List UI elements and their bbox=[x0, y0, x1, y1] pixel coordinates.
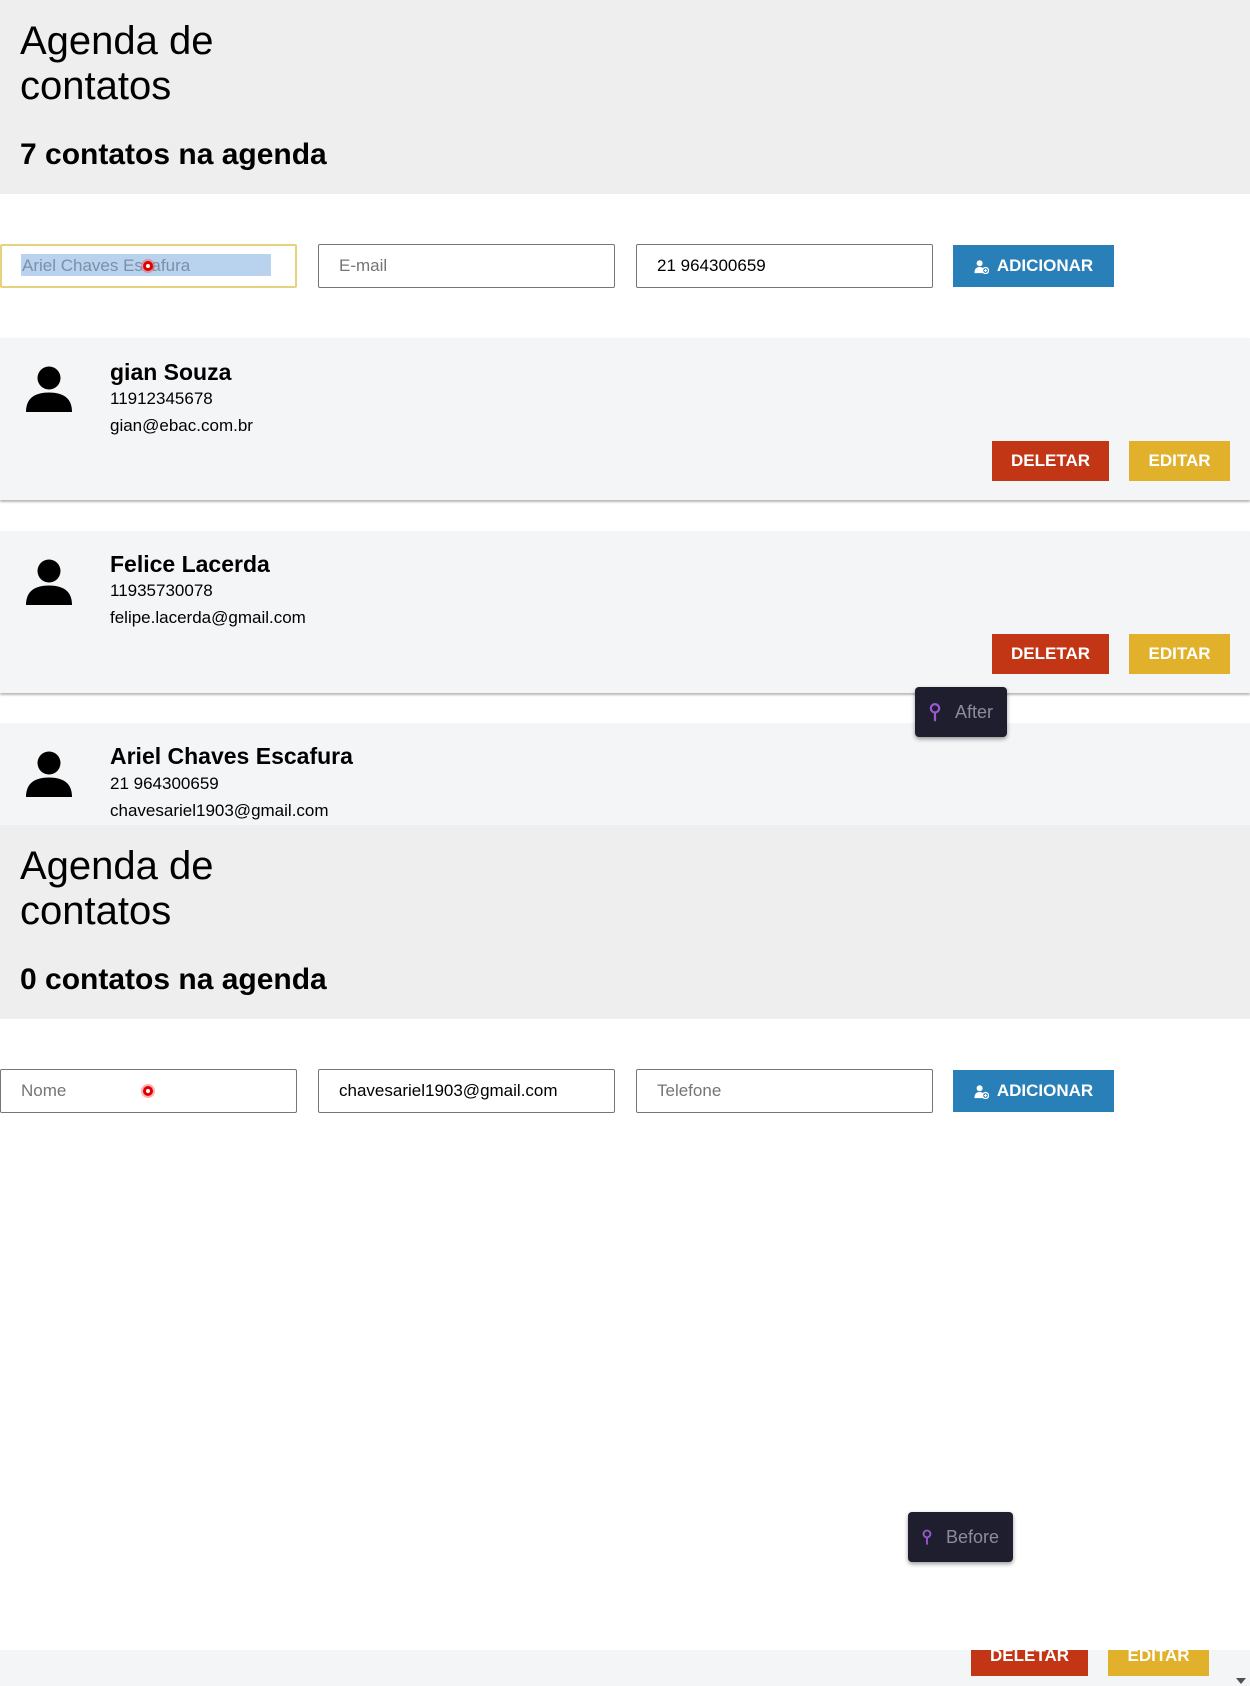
contact-card: Felice Lacerda 11935730078 felipe.lacerd… bbox=[0, 531, 1250, 693]
user-avatar-icon bbox=[26, 751, 72, 797]
edit-button[interactable]: EDITAR bbox=[1129, 634, 1230, 674]
before-add-button[interactable]: ADICIONAR bbox=[953, 1070, 1114, 1112]
before-header: Agenda de contatos 0 contatos na agenda bbox=[0, 825, 1250, 1019]
after-contact-count: 7 contatos na agenda bbox=[20, 138, 327, 171]
before-cursor-marker-icon bbox=[143, 1086, 153, 1096]
user-avatar-icon bbox=[26, 366, 72, 412]
edit-button[interactable]: EDITAR bbox=[1129, 441, 1230, 481]
contact-name: gian Souza bbox=[110, 359, 232, 385]
contact-name: Felice Lacerda bbox=[110, 551, 270, 577]
after-phone-input[interactable] bbox=[636, 244, 933, 288]
pin-icon bbox=[922, 1529, 932, 1545]
before-add-button-label: ADICIONAR bbox=[996, 1081, 1094, 1100]
add-user-icon bbox=[974, 1084, 989, 1099]
before-add-contact-form: ADICIONAR bbox=[0, 1068, 1250, 1114]
after-page-title: Agenda de contatos bbox=[20, 19, 214, 108]
before-email-input[interactable] bbox=[318, 1069, 615, 1113]
contact-name: Ariel Chaves Escafura bbox=[110, 743, 353, 769]
after-state-label: After bbox=[915, 687, 1007, 737]
contact-card: Ariel Chaves Escafura 21 964300659 chave… bbox=[0, 723, 1250, 825]
before-phone-input[interactable] bbox=[636, 1069, 933, 1113]
before-card-strip: DELETAR EDITAR bbox=[0, 1650, 1250, 1686]
delete-button[interactable]: DELETAR bbox=[992, 634, 1109, 674]
pin-icon bbox=[929, 703, 941, 722]
before-state-text: Before bbox=[945, 1526, 999, 1547]
after-state-text: After bbox=[954, 701, 993, 722]
before-state-label: Before bbox=[908, 1512, 1013, 1562]
before-page-title: Agenda de contatos bbox=[20, 844, 214, 933]
add-user-icon bbox=[974, 259, 989, 274]
after-email-input[interactable] bbox=[318, 244, 615, 288]
contact-card: gian Souza 11912345678 gian@ebac.com.br … bbox=[0, 338, 1250, 500]
after-add-button-label: ADICIONAR bbox=[996, 256, 1094, 275]
contact-phone: 11912345678 bbox=[110, 389, 213, 408]
after-header: Agenda de contatos 7 contatos na agenda bbox=[0, 0, 1250, 194]
contact-email: gian@ebac.com.br bbox=[110, 416, 253, 435]
after-add-contact-form: ADICIONAR bbox=[0, 243, 1250, 289]
delete-button[interactable]: DELETAR bbox=[971, 1650, 1088, 1676]
scroll-down-arrow-icon[interactable] bbox=[1236, 1678, 1246, 1684]
after-add-button[interactable]: ADICIONAR bbox=[953, 245, 1114, 287]
contact-phone: 21 964300659 bbox=[110, 774, 219, 793]
contact-phone: 11935730078 bbox=[110, 581, 213, 600]
after-cursor-marker-icon bbox=[143, 261, 153, 271]
delete-button[interactable]: DELETAR bbox=[992, 441, 1109, 481]
contact-email: felipe.lacerda@gmail.com bbox=[110, 608, 306, 627]
before-contact-count: 0 contatos na agenda bbox=[20, 963, 327, 996]
user-avatar-icon bbox=[26, 559, 72, 605]
contact-email: chavesariel1903@gmail.com bbox=[110, 801, 329, 820]
edit-button[interactable]: EDITAR bbox=[1108, 1650, 1209, 1676]
